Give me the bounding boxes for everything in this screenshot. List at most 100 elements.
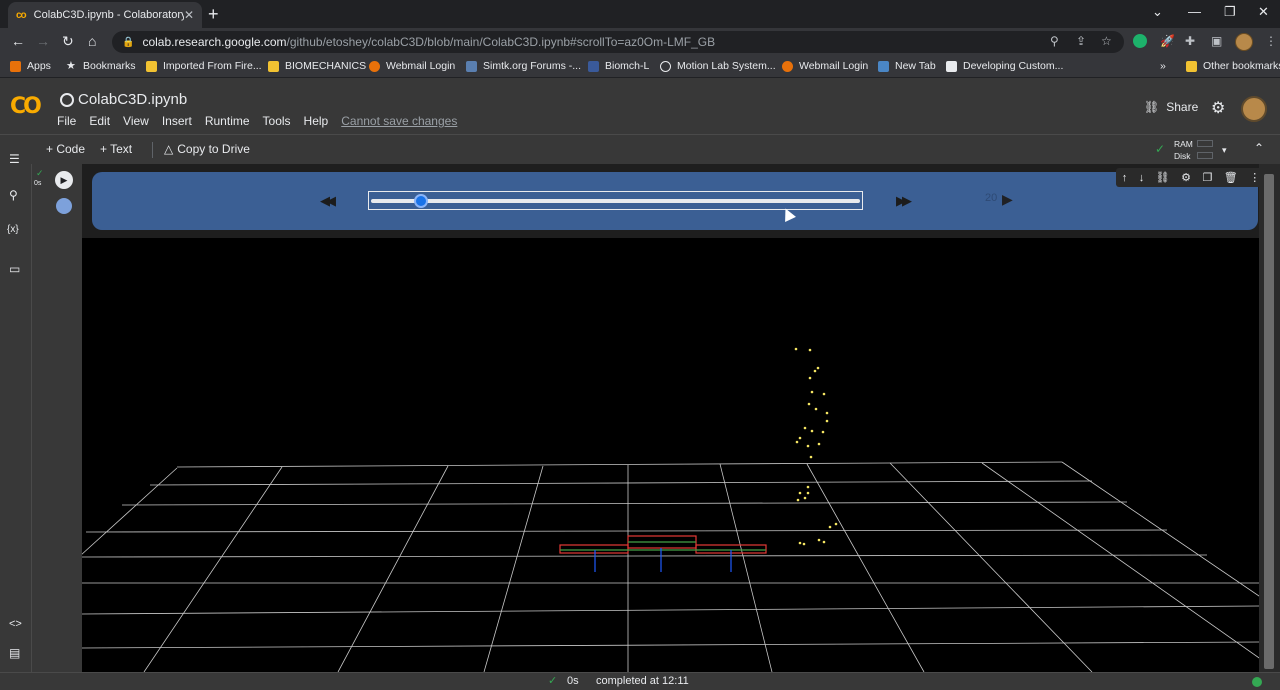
resources-dropdown-icon[interactable]: ▾	[1222, 144, 1227, 156]
colab-logo[interactable]: CO	[10, 94, 42, 119]
add-text-button[interactable]: + Text	[100, 142, 132, 156]
link-icon: ⛓	[1144, 100, 1160, 114]
tab-close-icon[interactable]: ✕	[184, 8, 194, 22]
minimize-button[interactable]: —	[1188, 4, 1201, 19]
bookmarks-overflow-icon[interactable]: »	[1160, 60, 1166, 72]
status-check-icon: ✓	[548, 675, 558, 687]
c3d-3d-viewer[interactable]	[82, 238, 1259, 672]
collapse-header-icon[interactable]: ⌃	[1254, 141, 1264, 155]
cell-settings-icon[interactable]: ⚙	[1181, 171, 1191, 184]
forward-button[interactable]: →	[36, 33, 50, 49]
bookmark-webmail-2[interactable]: Webmail Login	[782, 60, 868, 72]
cannot-save-link[interactable]: Cannot save changes	[341, 114, 457, 128]
slider-thumb[interactable]	[413, 194, 428, 208]
rocket-extension-icon[interactable]: 🚀	[1160, 34, 1175, 48]
menu-insert[interactable]: Insert	[162, 114, 192, 128]
marker-dot	[816, 366, 820, 370]
add-code-button[interactable]: + Code	[46, 142, 85, 156]
chrome-profile-avatar[interactable]	[1235, 33, 1253, 51]
home-button[interactable]: ⌂	[88, 33, 96, 49]
folder-icon	[146, 60, 157, 72]
bookmark-bookmarks[interactable]: ★ Bookmarks	[66, 60, 136, 72]
chrome-menu-icon[interactable]: ⋮	[1265, 34, 1277, 48]
menu-runtime[interactable]: Runtime	[205, 114, 250, 128]
marker-dot	[803, 496, 807, 500]
toc-icon[interactable]: ☰	[9, 152, 20, 166]
bookmarks-bar: Apps ★ Bookmarks Imported From Fire... BI…	[0, 56, 1280, 78]
bookmark-biomechanics[interactable]: BIOMECHANICS	[268, 60, 366, 72]
bookmark-simtk[interactable]: Simtk.org Forums -...	[466, 60, 581, 72]
menu-edit[interactable]: Edit	[89, 114, 110, 128]
bookmark-apps[interactable]: Apps	[10, 60, 51, 72]
left-sidebar: ☰ ⚲ {x} ▭ <> ▤	[0, 152, 32, 672]
output-scrollbar[interactable]	[1259, 164, 1280, 672]
scrollbar-thumb[interactable]	[1264, 174, 1274, 669]
close-window-button[interactable]: ✕	[1258, 4, 1269, 20]
search-icon[interactable]: ⚲	[9, 188, 18, 202]
slider-track	[371, 199, 860, 203]
marker-dot	[795, 440, 799, 444]
reload-button[interactable]: ↻	[62, 33, 74, 50]
marker-dot	[825, 419, 829, 423]
browser-tab[interactable]: co ColabC3D.ipynb - Colaboratory ✕	[8, 2, 202, 28]
play-icon[interactable]: ▶	[1002, 191, 1013, 208]
tab-search-icon[interactable]: ⌄	[1152, 4, 1163, 20]
bookmark-imported[interactable]: Imported From Fire...	[146, 60, 262, 72]
files-folder-icon[interactable]: ▭	[9, 262, 20, 276]
address-toolbar: ← → ↻ ⌂ 🔒 colab.research.google.com/gith…	[0, 28, 1280, 56]
bookmark-new-tab[interactable]: New Tab	[878, 60, 936, 72]
tab-title: ColabC3D.ipynb - Colaboratory	[33, 9, 184, 21]
mirror-cell-icon[interactable]: ❐	[1202, 171, 1212, 184]
command-palette-icon[interactable]: ▤	[9, 646, 20, 660]
zoom-search-icon[interactable]: ⚲	[1050, 34, 1059, 48]
link-cell-icon[interactable]: ⛓	[1156, 171, 1170, 184]
bookmark-biomch-l[interactable]: Biomch-L	[588, 60, 649, 72]
marker-dot	[814, 407, 818, 411]
fast-forward-icon[interactable]: ▶▶	[896, 193, 912, 209]
globe-icon	[660, 60, 671, 72]
bookmark-motion-lab[interactable]: Motion Lab System...	[660, 60, 776, 72]
settings-gear-icon[interactable]: ⚙	[1211, 98, 1225, 118]
back-button[interactable]: ←	[11, 33, 25, 49]
bookmark-webmail-1[interactable]: Webmail Login	[369, 60, 455, 72]
menu-view[interactable]: View	[123, 114, 149, 128]
marker-dot	[817, 442, 821, 446]
marker-dot	[825, 411, 829, 415]
marker-dot	[809, 455, 813, 459]
connection-status-dot	[1252, 677, 1262, 687]
share-button[interactable]: ⛓ Share	[1144, 100, 1198, 114]
restore-button[interactable]: ❐	[1224, 4, 1236, 20]
status-bar: ✓ 0s completed at 12:11	[0, 672, 1280, 690]
run-cell-button[interactable]: ▶	[55, 171, 73, 189]
new-tab-button[interactable]: +	[208, 4, 219, 25]
cell-toolbar: ↑ ↓ ⛓ ⚙ ❐ 🗑 ⋮	[1116, 168, 1266, 187]
bookmark-star-icon[interactable]: ☆	[1101, 34, 1112, 48]
marker-dot	[798, 541, 802, 545]
move-down-icon[interactable]: ↓	[1139, 172, 1145, 184]
move-up-icon[interactable]: ↑	[1122, 172, 1128, 184]
notebook-toolbar: + Code + Text △ Copy to Drive ✓ RAM Disk …	[0, 134, 1280, 164]
address-bar[interactable]: 🔒 colab.research.google.com/github/etosh…	[112, 31, 1124, 53]
lock-icon: 🔒	[122, 36, 135, 48]
copy-to-drive-button[interactable]: △ Copy to Drive	[164, 142, 250, 156]
user-avatar[interactable]	[1241, 96, 1267, 122]
menu-file[interactable]: File	[57, 114, 76, 128]
grammarly-extension-icon[interactable]	[1133, 34, 1147, 48]
marker-dot	[798, 491, 802, 495]
extensions-puzzle-icon[interactable]: ✚	[1185, 34, 1195, 48]
menu-help[interactable]: Help	[304, 114, 329, 128]
toolbar-divider	[152, 142, 153, 158]
code-snippets-icon[interactable]: <>	[9, 618, 22, 630]
variables-icon[interactable]: {x}	[7, 224, 19, 235]
notebook-title[interactable]: ColabC3D.ipynb	[60, 91, 187, 108]
rewind-icon[interactable]: ◀◀	[320, 193, 336, 209]
marker-dot	[806, 491, 810, 495]
output-actions-icon[interactable]	[56, 198, 72, 214]
bookmark-developing[interactable]: Developing Custom...	[946, 60, 1063, 72]
bookmark-other[interactable]: Other bookmarks	[1186, 60, 1280, 72]
share-page-icon[interactable]: ⇪	[1076, 34, 1086, 48]
delete-cell-icon[interactable]: 🗑	[1224, 171, 1238, 184]
menu-tools[interactable]: Tools	[263, 114, 291, 128]
side-panel-icon[interactable]: ▣	[1211, 34, 1222, 48]
marker-dot	[810, 390, 814, 394]
